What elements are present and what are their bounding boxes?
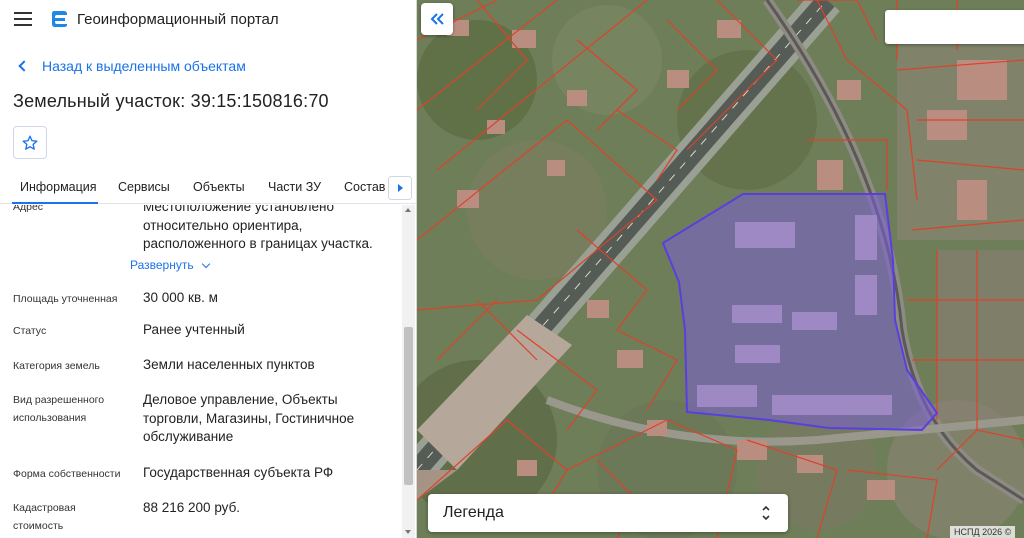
detail-value: Местоположение установлено относительно … <box>143 205 373 251</box>
tab-composition[interactable]: Состав <box>344 180 385 194</box>
detail-value: 30 000 кв. м <box>143 290 218 305</box>
detail-value: Государственная субъекта РФ <box>143 465 334 480</box>
collapse-panel-button[interactable] <box>421 3 453 35</box>
double-chevron-left-icon <box>430 13 444 25</box>
detail-row-area: Площадь уточненная 30 000 кв. м <box>13 289 398 313</box>
detail-label: Кадастровая стоимость <box>13 502 76 532</box>
favorite-button[interactable] <box>13 126 47 159</box>
legend-label: Легенда <box>443 504 504 521</box>
tab-services[interactable]: Сервисы <box>118 180 170 194</box>
satellite-imagery <box>417 0 1024 538</box>
tab-bar: Информация Сервисы Объекты Части ЗУ Сост… <box>0 172 416 204</box>
detail-row-status: Статус Ранее учтенный <box>13 321 398 345</box>
tab-information[interactable]: Информация <box>20 180 97 194</box>
portal-logo-icon <box>52 11 67 27</box>
back-link-label: Назад к выделенным объектам <box>42 58 246 74</box>
map-view[interactable]: Легенда НСПД 2026 © <box>417 0 1024 538</box>
updown-icon <box>762 505 770 521</box>
tab-parcel-parts[interactable]: Части ЗУ <box>268 180 321 194</box>
chevron-right-icon <box>397 184 403 192</box>
scroll-up-icon[interactable] <box>405 208 411 212</box>
detail-label: Адрес <box>13 205 44 213</box>
app-title: Геоинформационный портал <box>77 11 279 28</box>
detail-label: Форма собственности <box>13 468 121 480</box>
map-attribution: НСПД 2026 © <box>950 526 1016 538</box>
chevron-down-icon <box>201 259 210 268</box>
info-panel: Геоинформационный портал Назад к выделен… <box>0 0 417 538</box>
map-search-input[interactable] <box>885 10 1024 44</box>
detail-value: 88 216 200 руб. <box>143 500 241 515</box>
detail-label: Площадь уточненная <box>13 293 118 305</box>
menu-icon[interactable] <box>14 12 32 26</box>
legend-panel-toggle[interactable]: Легенда <box>428 494 788 532</box>
page-title: Земельный участок: 39:15:150816:70 <box>13 91 329 111</box>
detail-row-cadastral-value: Кадастровая стоимость 88 216 200 руб. <box>13 499 398 538</box>
detail-label: Вид разрешенного использования <box>13 394 105 424</box>
detail-row-category: Категория земель Земли населенных пункто… <box>13 356 398 380</box>
details-list: Адрес Местоположение установлено относит… <box>0 205 402 538</box>
scrollbar-thumb[interactable] <box>404 327 413 485</box>
tabs-next-button[interactable] <box>388 176 412 200</box>
scroll-down-icon[interactable] <box>405 530 411 534</box>
detail-value: Земли населенных пунктов <box>143 357 315 372</box>
detail-row-ownership: Форма собственности Государственная субъ… <box>13 464 398 488</box>
expand-address-link[interactable]: Развернуть <box>130 258 210 272</box>
detail-row-permitted-use: Вид разрешенного использования Деловое у… <box>13 391 398 451</box>
detail-value: Деловое управление, Объекты торговли, Ма… <box>143 392 355 444</box>
detail-value: Ранее учтенный <box>143 322 245 337</box>
expand-label: Развернуть <box>130 258 194 272</box>
details-scrollbar[interactable] <box>402 205 415 538</box>
tab-objects[interactable]: Объекты <box>193 180 245 194</box>
back-to-selection-link[interactable]: Назад к выделенным объектам <box>16 56 246 76</box>
detail-label: Статус <box>13 325 47 337</box>
star-icon <box>22 135 38 150</box>
detail-label: Категория земель <box>13 360 100 372</box>
top-bar: Геоинформационный портал <box>0 0 416 40</box>
chevron-left-icon <box>18 60 30 72</box>
active-tab-indicator <box>12 202 98 204</box>
